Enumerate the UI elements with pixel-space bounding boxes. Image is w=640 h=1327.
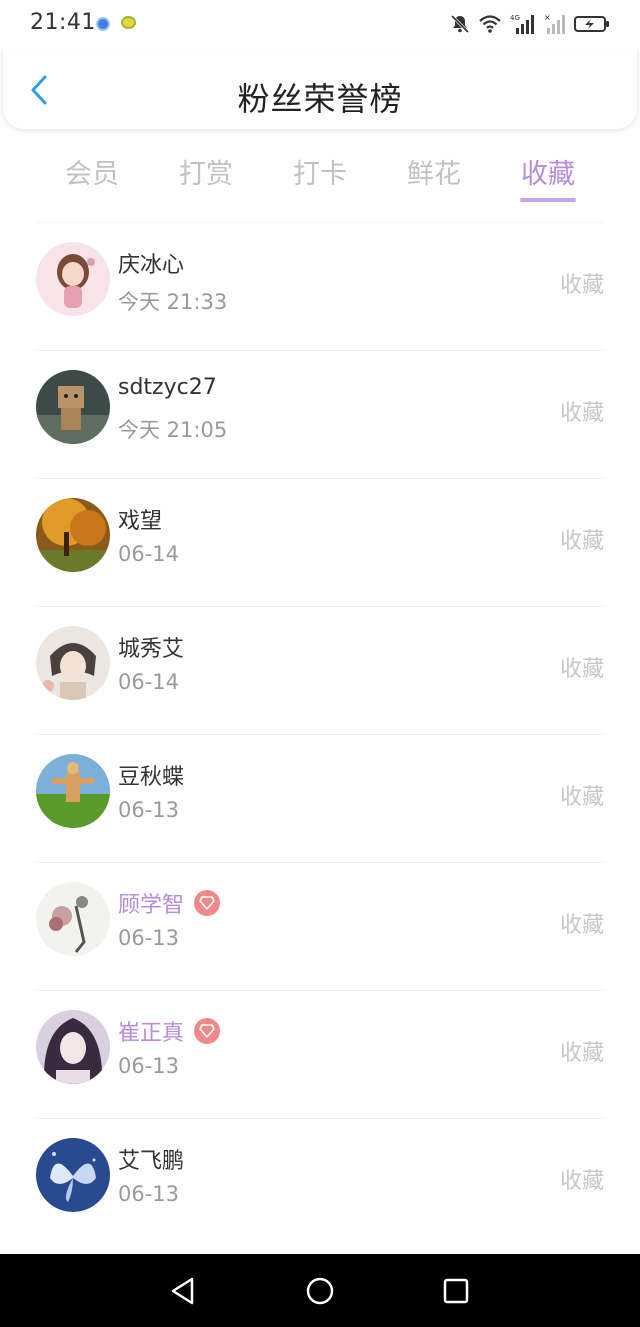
fan-name-line: 豆秋蝶 bbox=[118, 759, 184, 791]
avatar-cartoon-girl bbox=[36, 242, 110, 316]
svg-text:×: × bbox=[544, 13, 551, 22]
list-item[interactable]: 城秀艾 06-14 收藏 bbox=[36, 606, 604, 734]
status-icons: 4G × bbox=[450, 12, 610, 36]
list-item[interactable]: 戏望 06-14 收藏 bbox=[36, 478, 604, 606]
avatar[interactable] bbox=[36, 242, 110, 316]
fan-time: 06-13 bbox=[118, 1182, 180, 1206]
fan-time: 今天 21:33 bbox=[118, 290, 228, 314]
avatar[interactable] bbox=[36, 1138, 110, 1212]
system-nav-bar bbox=[0, 1254, 640, 1327]
fan-time: 06-14 bbox=[118, 542, 180, 566]
avatar-sketch-flowers bbox=[36, 882, 110, 956]
vip-badge bbox=[194, 1018, 221, 1044]
active-tab-indicator bbox=[520, 198, 576, 202]
fan-name: 城秀艾 bbox=[118, 637, 185, 662]
avatar[interactable] bbox=[36, 498, 110, 572]
fan-name-line: 城秀艾 bbox=[118, 631, 184, 663]
list-item[interactable]: sdtzyc27 今天 21:05 收藏 bbox=[36, 350, 604, 478]
avatar[interactable] bbox=[36, 1010, 110, 1084]
app-icon-blue bbox=[96, 17, 110, 31]
avatar-anime-boy bbox=[36, 626, 110, 700]
avatar[interactable] bbox=[36, 754, 110, 828]
fan-name: 顾学智 bbox=[118, 893, 185, 918]
avatar-box-robot bbox=[36, 370, 110, 444]
fan-name: 豆秋蝶 bbox=[118, 765, 185, 790]
fan-time: 06-13 bbox=[118, 1054, 180, 1078]
tab-checkin[interactable]: 打卡 bbox=[263, 140, 377, 200]
battery-charging-icon bbox=[574, 16, 609, 32]
action-label: 收藏 bbox=[559, 1169, 604, 1194]
tab-member[interactable]: 会员 bbox=[35, 140, 149, 200]
fan-time: 06-13 bbox=[118, 926, 180, 950]
fan-time: 06-13 bbox=[118, 798, 180, 822]
action-label: 收藏 bbox=[559, 401, 604, 426]
fan-name-line: 庆冰心 bbox=[118, 247, 184, 279]
fan-name: 崔正真 bbox=[118, 1021, 185, 1046]
list-item[interactable]: 艾飞鹏 06-13 收藏 bbox=[36, 1118, 604, 1246]
fan-name-line: sdtzyc27 bbox=[118, 375, 217, 400]
recents-square-icon[interactable] bbox=[441, 1276, 471, 1306]
status-bar: 21:41 4G × bbox=[0, 0, 640, 50]
avatar-butterfly bbox=[36, 1138, 110, 1212]
action-label: 收藏 bbox=[559, 273, 604, 298]
fan-name: 庆冰心 bbox=[118, 253, 185, 278]
tab-label: 鲜花 bbox=[407, 159, 461, 190]
tab-reward[interactable]: 打赏 bbox=[149, 140, 263, 200]
app-icon-yellow bbox=[121, 16, 136, 29]
signal-nosim-icon: × bbox=[544, 13, 565, 34]
status-time: 21:41 bbox=[30, 10, 96, 35]
action-label: 收藏 bbox=[559, 529, 604, 554]
list-item[interactable]: 顾学智 06-13 收藏 bbox=[36, 862, 604, 990]
avatar[interactable] bbox=[36, 882, 110, 956]
fan-name-line: 顾学智 bbox=[118, 887, 221, 919]
back-triangle-icon[interactable] bbox=[168, 1276, 198, 1306]
fan-name-line: 崔正真 bbox=[118, 1015, 221, 1047]
fan-time: 今天 21:05 bbox=[118, 418, 228, 442]
fan-name-line: 艾飞鹏 bbox=[118, 1143, 184, 1175]
tab-bar: 会员 打赏 打卡 鲜花 收藏 bbox=[35, 140, 605, 202]
avatar-figure-field bbox=[36, 754, 110, 828]
tab-label: 收藏 bbox=[521, 159, 575, 190]
fan-name: 戏望 bbox=[118, 509, 163, 534]
fan-list: 庆冰心 今天 21:33 收藏 sdtzyc27 今天 21:05 收藏 戏望 … bbox=[0, 222, 640, 1246]
fan-name: sdtzyc27 bbox=[118, 375, 217, 400]
wifi-icon bbox=[479, 15, 501, 33]
avatar-anime-girl bbox=[36, 1010, 110, 1084]
list-item[interactable]: 豆秋蝶 06-13 收藏 bbox=[36, 734, 604, 862]
fan-time: 06-14 bbox=[118, 670, 180, 694]
signal-4g-icon: 4G bbox=[510, 14, 534, 34]
tab-favorites[interactable]: 收藏 bbox=[491, 140, 605, 202]
svg-text:4G: 4G bbox=[510, 14, 520, 22]
list-item[interactable]: 崔正真 06-13 收藏 bbox=[36, 990, 604, 1118]
fan-name-line: 戏望 bbox=[118, 503, 162, 535]
avatar[interactable] bbox=[36, 626, 110, 700]
action-label: 收藏 bbox=[559, 1041, 604, 1066]
tab-label: 会员 bbox=[65, 159, 119, 190]
action-label: 收藏 bbox=[559, 657, 604, 682]
tab-flowers[interactable]: 鲜花 bbox=[377, 140, 491, 200]
header-bar: 粉丝荣誉榜 bbox=[2, 50, 638, 130]
tab-label: 打赏 bbox=[179, 159, 233, 190]
avatar-autumn-tree bbox=[36, 498, 110, 572]
page-title: 粉丝荣誉榜 bbox=[237, 80, 403, 118]
tab-label: 打卡 bbox=[293, 159, 347, 190]
mute-bell-icon bbox=[450, 14, 470, 34]
fan-name: 艾飞鹏 bbox=[118, 1149, 185, 1174]
action-label: 收藏 bbox=[559, 785, 604, 810]
diamond-icon bbox=[199, 896, 215, 910]
avatar[interactable] bbox=[36, 370, 110, 444]
diamond-icon bbox=[199, 1024, 215, 1038]
vip-badge bbox=[194, 890, 221, 916]
list-item[interactable]: 庆冰心 今天 21:33 收藏 bbox=[36, 222, 604, 350]
home-circle-icon[interactable] bbox=[305, 1276, 335, 1306]
action-label: 收藏 bbox=[559, 913, 604, 938]
